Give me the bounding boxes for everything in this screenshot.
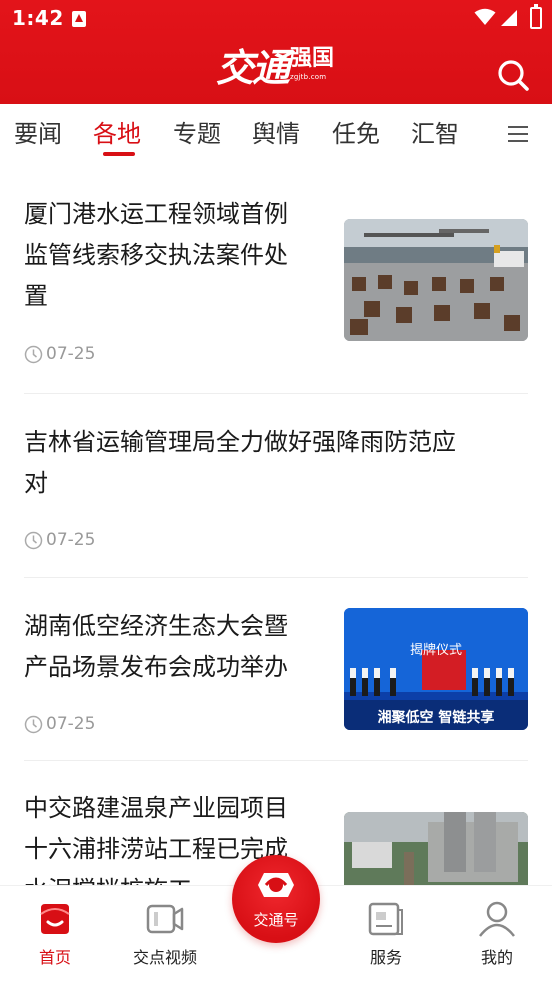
news-thumbnail[interactable] <box>344 219 528 341</box>
search-button[interactable] <box>496 58 530 92</box>
news-date: 07-25 <box>46 714 96 734</box>
news-thumbnail[interactable]: 揭牌仪式 湘聚低空 智链共享 <box>344 608 528 730</box>
news-date: 07-25 <box>46 344 96 364</box>
tab-huizhi[interactable]: 汇智 <box>411 118 459 150</box>
news-item[interactable]: 厦门港水运工程领域首例 监管线索移交执法案件处 置 07-25 <box>24 194 528 374</box>
nav-label: 服务 <box>369 948 402 967</box>
tab-gedi[interactable]: 各地 <box>93 118 141 150</box>
title-line: 对 <box>24 469 48 497</box>
status-bar: 1:42 <box>0 0 552 38</box>
news-meta: 07-25 <box>24 530 95 550</box>
divider <box>24 577 528 578</box>
tab-yaowen[interactable]: 要闻 <box>14 118 62 150</box>
news-meta: 07-25 <box>24 714 95 734</box>
video-icon <box>146 904 184 934</box>
construction-site-image <box>344 219 528 341</box>
nav-profile[interactable]: 我的 <box>452 886 542 983</box>
divider <box>24 760 528 761</box>
signal-icon <box>501 10 517 26</box>
news-thumbnail[interactable] <box>344 812 528 885</box>
app-logo: 交通 强国 zgjtb.com <box>216 46 334 94</box>
news-title: 吉林省运输管理局全力做好强降雨防范应 对 <box>24 422 528 504</box>
active-tab-indicator <box>103 152 135 156</box>
title-line: 产品场景发布会成功举办 <box>24 653 288 681</box>
title-line: 厦门港水运工程领域首例 <box>24 200 288 228</box>
industrial-park-aerial-image <box>344 812 528 885</box>
clock-icon <box>24 345 43 363</box>
title-line: 湖南低空经济生态大会暨 <box>24 612 288 640</box>
nav-jiaotonghao-button[interactable]: 交通号 <box>232 855 320 943</box>
service-icon <box>368 902 403 936</box>
image-caption-text: 揭牌仪式 <box>410 642 462 658</box>
title-line: 置 <box>24 282 48 310</box>
news-title: 湖南低空经济生态大会暨 产品场景发布会成功举办 <box>24 606 334 688</box>
image-banner-text: 湘聚低空 智链共享 <box>378 709 495 726</box>
nav-label: 首页 <box>38 948 71 967</box>
app-header: 1:42 交通 强国 zgjtb.com <box>0 0 552 104</box>
nav-label: 交通号 <box>253 911 299 929</box>
notification-app-icon <box>72 11 86 27</box>
nav-video[interactable]: 交点视频 <box>120 886 210 983</box>
news-date: 07-25 <box>46 530 96 550</box>
ceremony-stage-image: 揭牌仪式 湘聚低空 智链共享 <box>344 608 528 730</box>
news-item[interactable]: 湖南低空经济生态大会暨 产品场景发布会成功举办 07-25 揭牌仪式 湘聚低空 … <box>24 606 528 756</box>
title-line: 中交路建温泉产业园项目 <box>24 794 288 822</box>
status-time: 1:42 <box>12 6 64 30</box>
title-line: 吉林省运输管理局全力做好强降雨防范应 <box>24 428 456 456</box>
wifi-icon <box>474 8 496 25</box>
nav-service[interactable]: 服务 <box>341 886 431 983</box>
nav-label: 我的 <box>480 948 513 967</box>
logo-side: 强国 zgjtb.com <box>290 46 334 82</box>
news-title: 厦门港水运工程领域首例 监管线索移交执法案件处 置 <box>24 194 334 317</box>
tab-zhuanti[interactable]: 专题 <box>173 118 221 150</box>
tab-yuqing[interactable]: 舆情 <box>252 118 300 150</box>
profile-icon <box>479 901 515 937</box>
channel-tabs: 要闻 各地 专题 舆情 任免 汇智 <box>0 104 552 168</box>
news-item[interactable]: 吉林省运输管理局全力做好强降雨防范应 对 07-25 <box>24 422 528 562</box>
title-line: 监管线索移交执法案件处 <box>24 241 288 269</box>
logo-url: zgjtb.com <box>290 73 327 81</box>
nav-home[interactable]: 首页 <box>10 886 100 983</box>
tab-renmian[interactable]: 任免 <box>332 118 380 150</box>
search-icon <box>498 60 529 91</box>
logo-main-text: 交通 <box>216 45 290 90</box>
news-feed[interactable]: 厦门港水运工程领域首例 监管线索移交执法案件处 置 07-25 吉林省运输管理局… <box>0 168 552 885</box>
news-meta: 07-25 <box>24 344 95 364</box>
clock-icon <box>24 715 43 733</box>
jiaotonghao-icon <box>258 873 294 897</box>
clock-icon <box>24 531 43 549</box>
nav-label: 交点视频 <box>132 948 197 967</box>
divider <box>24 393 528 394</box>
channel-menu-button[interactable] <box>508 126 530 144</box>
logo-side-text: 强国 <box>290 46 335 71</box>
home-icon <box>40 904 70 934</box>
battery-icon <box>530 4 542 29</box>
